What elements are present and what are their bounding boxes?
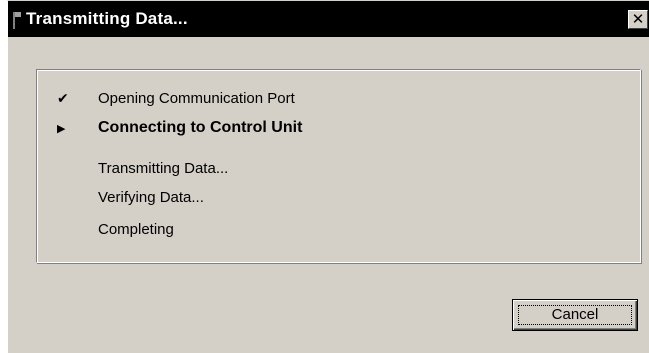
close-icon: ✕ [631,10,645,28]
progress-steps-panel: ✔ Opening Communication Port ▶ Connectin… [36,69,641,263]
step-label: Completing [98,221,174,238]
step-label: Transmitting Data... [98,160,229,177]
cancel-button-label: Cancel [551,306,599,323]
cancel-button[interactable]: Cancel [512,299,638,331]
arrow-right-icon: ▶ [57,122,66,135]
window-title: Transmitting Data... [26,9,188,28]
checkmark-icon: ✔ [57,91,69,107]
step-verifying-data: Verifying Data... [37,187,597,211]
step-connecting-to-control-unit: ▶ Connecting to Control Unit [37,118,597,142]
step-opening-communication-port: ✔ Opening Communication Port [37,88,597,112]
step-label: Verifying Data... [98,189,204,206]
step-transmitting-data: Transmitting Data... [37,158,597,182]
title-bar[interactable]: Transmitting Data... ✕ [8,1,649,37]
transmitting-data-dialog: Transmitting Data... ✕ ✔ Opening Communi… [7,0,649,353]
app-icon [13,12,21,29]
step-label: Connecting to Control Unit [98,119,303,136]
step-completing: Completing [37,219,597,243]
close-button[interactable]: ✕ [628,10,648,29]
step-label: Opening Communication Port [98,90,295,107]
